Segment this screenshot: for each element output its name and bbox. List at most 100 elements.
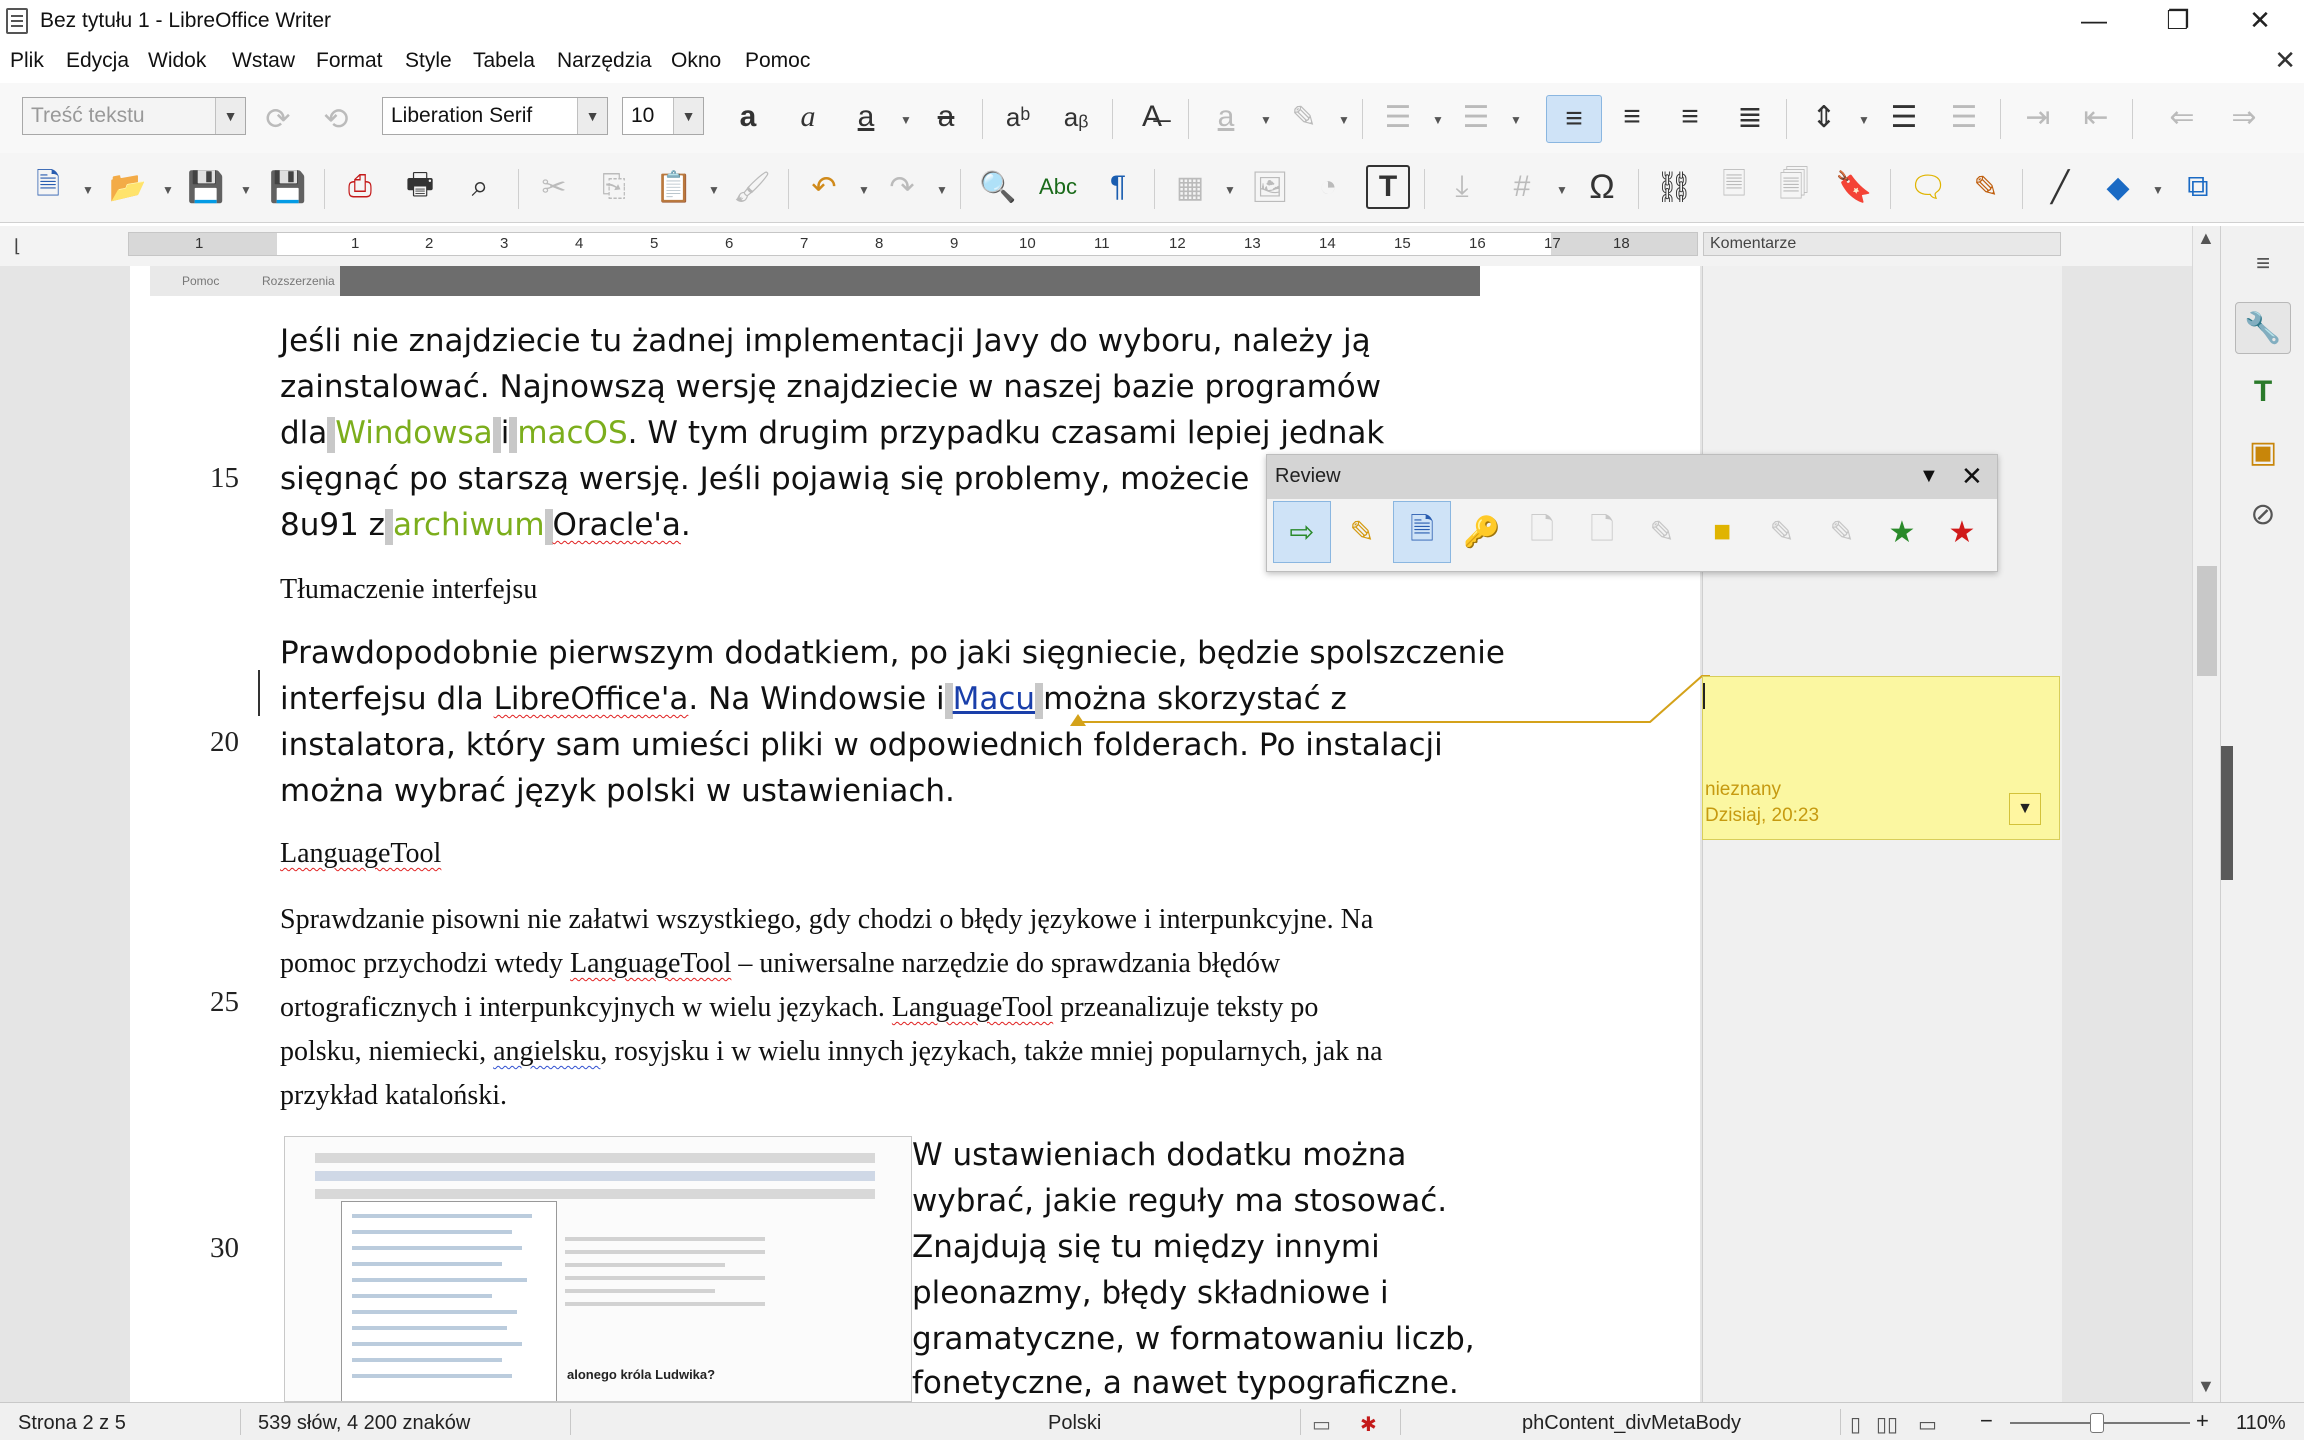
page-count[interactable]: Strona 2 z 5 <box>18 1412 126 1435</box>
multi-page-view-icon[interactable]: ▯▯ <box>1876 1412 1898 1437</box>
scroll-down-icon[interactable]: ▼ <box>2197 1376 2215 1397</box>
toolbar-options-icon[interactable]: ▼ <box>1919 465 1939 488</box>
minimize-button[interactable]: — <box>2052 0 2136 41</box>
superscript-icon[interactable]: aᵇ <box>996 95 1040 139</box>
menu-edit[interactable]: Edycja <box>66 49 129 73</box>
new-document-icon[interactable]: 🗎 <box>26 165 70 209</box>
bullet-list-icon[interactable]: ☰ <box>1376 95 1420 139</box>
delete-all-comments-icon[interactable]: ✎ <box>1813 501 1871 563</box>
properties-icon[interactable]: 🔧 <box>2235 302 2291 354</box>
zoom-slider-knob[interactable] <box>2090 1413 2104 1433</box>
vertical-scrollbar[interactable]: ▲ ▼ <box>2192 226 2220 1402</box>
previous-change-icon[interactable]: 🗋 <box>1513 501 1571 563</box>
gallery-icon[interactable]: ▣ <box>2235 426 2291 478</box>
font-size-combo[interactable]: 10 ▼ <box>622 97 704 135</box>
chevron-down-icon[interactable]: ▼ <box>858 183 870 197</box>
insert-mode-icon[interactable]: ▭ <box>1312 1412 1331 1437</box>
zoom-level[interactable]: 110% <box>2236 1412 2286 1435</box>
menu-help[interactable]: Pomoc <box>745 49 810 73</box>
insert-endnote-icon[interactable]: 🗐 <box>1772 165 1816 209</box>
chevron-down-icon[interactable]: ▼ <box>1556 183 1568 197</box>
font-name-combo[interactable]: Liberation Serif ▼ <box>382 97 608 135</box>
menu-file[interactable]: Plik <box>10 49 44 73</box>
comment-menu-button[interactable]: ▼ <box>2009 793 2041 825</box>
numbered-list-icon[interactable]: ☰ <box>1454 95 1498 139</box>
insert-chart-icon[interactable]: ◔ <box>1306 165 1350 209</box>
record-changes-icon[interactable]: ✎ <box>1333 501 1391 563</box>
print-icon[interactable]: 🖶 <box>398 165 442 209</box>
embedded-screenshot-image[interactable]: alonego króla Ludwika? <box>284 1136 912 1402</box>
export-pdf-icon[interactable]: ⎙ <box>338 165 382 209</box>
misspelled-word[interactable]: Oracle'a <box>553 507 681 543</box>
merge-document-icon[interactable]: ★ <box>1933 501 1991 563</box>
insert-field-icon[interactable]: # <box>1500 165 1544 209</box>
menu-window[interactable]: Okno <box>671 49 721 73</box>
word-count[interactable]: 539 słów, 4 200 znaków <box>258 1412 470 1435</box>
scroll-up-icon[interactable]: ▲ <box>2197 228 2215 249</box>
grammar-flagged-word[interactable]: angielsku <box>493 1036 600 1067</box>
chevron-down-icon[interactable]: ▼ <box>708 183 720 197</box>
insert-comment-icon[interactable]: ■ <box>1693 501 1751 563</box>
zoom-out-button[interactable]: − <box>1980 1408 1993 1434</box>
chevron-down-icon[interactable]: ▼ <box>1224 183 1236 197</box>
document-modified-icon[interactable]: ✱ <box>1360 1412 1377 1437</box>
underline-icon[interactable]: a <box>844 95 888 139</box>
bold-icon[interactable]: a <box>726 95 770 139</box>
update-style-icon[interactable]: ⟳ <box>256 97 300 141</box>
next-change-icon[interactable]: 🗋 <box>1573 501 1631 563</box>
right-to-left-icon[interactable]: ⇒ <box>2222 95 2266 139</box>
decrease-paragraph-spacing-icon[interactable]: ☰ <box>1942 95 1986 139</box>
basic-shapes-icon[interactable]: ◆ <box>2096 165 2140 209</box>
chevron-down-icon[interactable]: ▼ <box>1510 113 1522 127</box>
increase-paragraph-spacing-icon[interactable]: ☰ <box>1882 95 1926 139</box>
menu-insert[interactable]: Wstaw <box>232 49 295 73</box>
chevron-down-icon[interactable]: ▼ <box>1338 113 1350 127</box>
page-style[interactable]: phContent_divMetaBody <box>1522 1412 1741 1435</box>
clone-formatting-icon[interactable]: 🖌 <box>730 165 774 209</box>
insert-textbox-icon[interactable]: T <box>1366 165 1410 209</box>
close-icon[interactable]: ✕ <box>1961 461 1983 492</box>
insert-page-break-icon[interactable]: ⤓ <box>1440 165 1484 209</box>
increase-indent-icon[interactable]: ⇥ <box>2016 95 2060 139</box>
close-document-button[interactable]: ✕ <box>2274 45 2296 76</box>
track-changes-icon[interactable]: ✎ <box>1964 165 2008 209</box>
italic-icon[interactable]: a <box>786 95 830 139</box>
align-center-icon[interactable]: ≡ <box>1610 95 1654 139</box>
open-folder-icon[interactable]: 📂 <box>106 165 150 209</box>
insert-footnote-icon[interactable]: 🗏 <box>1712 165 1756 209</box>
styles-icon[interactable]: T <box>2235 366 2291 418</box>
chevron-down-icon[interactable]: ▼ <box>900 113 912 127</box>
chevron-down-icon[interactable]: ▼ <box>577 98 607 134</box>
align-left-icon[interactable]: ≡ <box>1546 95 1602 143</box>
protect-changes-icon[interactable]: 🔑 <box>1453 501 1511 563</box>
hyperlink-archiwum[interactable]: archiwum <box>393 507 545 543</box>
clear-formatting-icon[interactable]: A̶ <box>1130 95 1174 139</box>
redo-icon[interactable]: ↷ <box>880 165 924 209</box>
undo-icon[interactable]: ↶ <box>802 165 846 209</box>
chevron-down-icon[interactable]: ▼ <box>82 183 94 197</box>
compare-document-icon[interactable]: ★ <box>1873 501 1931 563</box>
special-character-icon[interactable]: Ω <box>1580 165 1624 209</box>
find-replace-icon[interactable]: 🔍 <box>976 165 1020 209</box>
delete-comment-icon[interactable]: ✎ <box>1753 501 1811 563</box>
new-style-icon[interactable]: ⟲ <box>314 97 358 141</box>
chevron-down-icon[interactable]: ▼ <box>240 183 252 197</box>
close-window-button[interactable]: ✕ <box>2218 0 2302 41</box>
menu-styles[interactable]: Style <box>405 49 452 73</box>
single-page-view-icon[interactable]: ▯ <box>1850 1412 1861 1437</box>
copy-icon[interactable]: ⎘ <box>592 165 636 209</box>
review-toolbar[interactable]: Review ▼ ✕ ⇨ ✎ 🗎 🔑 🗋 🗋 ✎ ■ ✎ ✎ ★ ★ <box>1266 454 1998 572</box>
sidebar-collapse-handle[interactable] <box>2221 746 2233 880</box>
paragraph-style-combo[interactable]: Treść tekstu ▼ <box>22 97 246 135</box>
spelling-icon[interactable]: Abc <box>1036 165 1080 209</box>
insert-image-icon[interactable]: 🖼 <box>1248 165 1292 209</box>
misspelled-word[interactable]: LanguageTool <box>570 948 731 979</box>
misspelled-word[interactable]: LibreOffice'a <box>494 681 689 717</box>
sidebar-menu-icon[interactable]: ≡ <box>2235 238 2291 290</box>
restore-button[interactable]: ❐ <box>2136 0 2220 41</box>
print-preview-icon[interactable]: ⌕ <box>458 165 502 209</box>
chevron-down-icon[interactable]: ▼ <box>1260 113 1272 127</box>
chevron-down-icon[interactable]: ▼ <box>936 183 948 197</box>
decrease-indent-icon[interactable]: ⇤ <box>2074 95 2118 139</box>
misspelled-word[interactable]: LanguageTool <box>892 992 1053 1023</box>
